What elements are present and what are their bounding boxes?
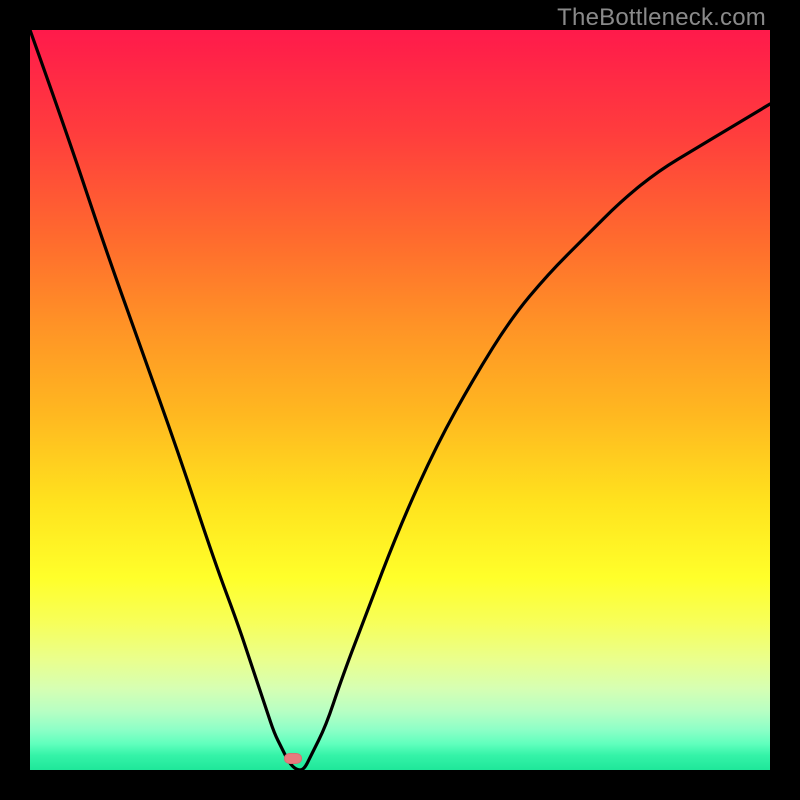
plot-area	[30, 30, 770, 770]
optimum-marker	[284, 753, 302, 764]
watermark-text: TheBottleneck.com	[557, 4, 766, 32]
bottleneck-curve	[30, 30, 770, 770]
chart-frame: TheBottleneck.com	[0, 0, 800, 800]
